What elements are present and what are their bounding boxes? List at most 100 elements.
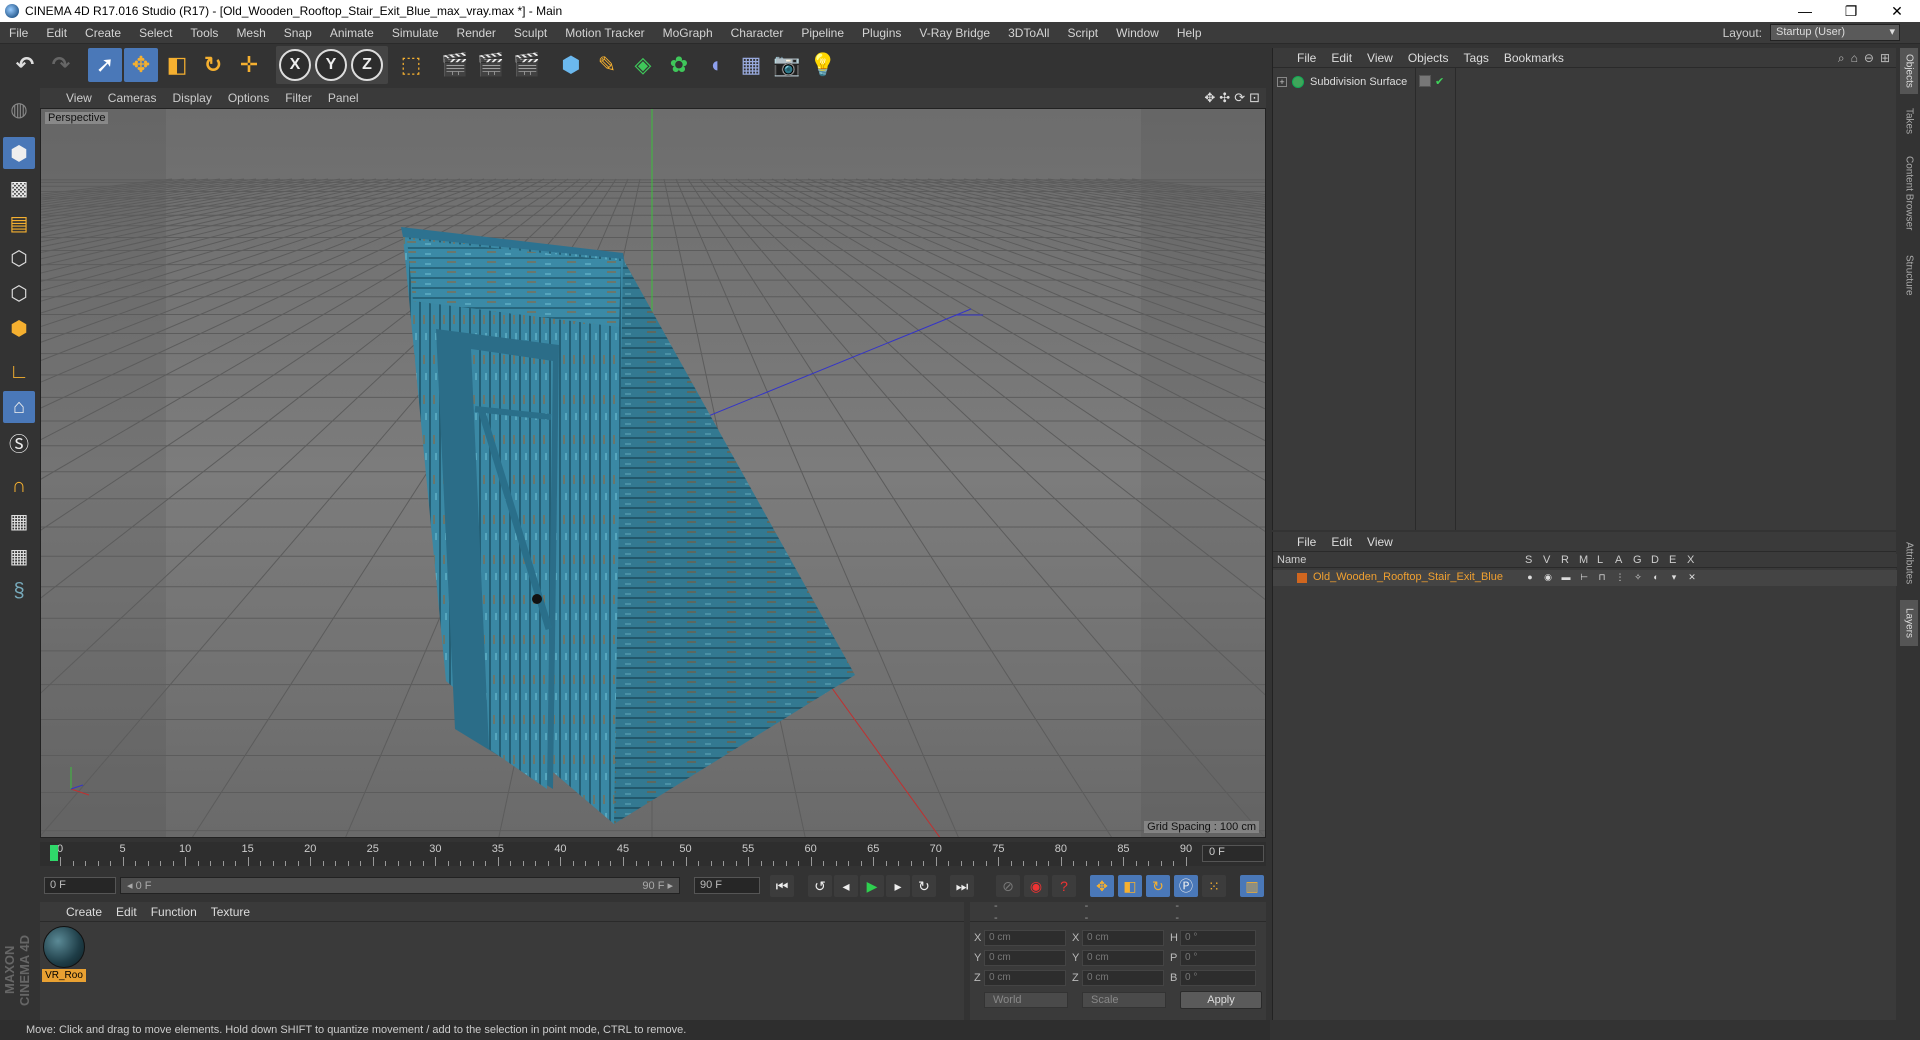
snap-button[interactable]: ∩ [3,470,35,502]
play-button[interactable]: ▶ [860,875,884,897]
restore-button[interactable]: ❐ [1828,0,1874,22]
material-menu-create[interactable]: Create [66,905,102,919]
lock-workplane-button[interactable]: ▦ [3,505,35,537]
menu-snap[interactable]: Snap [275,26,321,40]
cube-primitive-button[interactable]: ⬢ [554,48,588,82]
goto-end-button[interactable]: ⏭ [950,875,974,897]
menu-mesh[interactable]: Mesh [227,26,274,40]
solo-button[interactable]: Ⓢ [3,426,35,458]
perspective-viewport[interactable]: Perspective Grid Spacing : 100 cm [40,108,1266,838]
live-selection-button[interactable]: ➚ [88,48,122,82]
tweak-mode-button[interactable]: ⌂ [3,391,35,423]
menu-create[interactable]: Create [76,26,130,40]
menu-tools[interactable]: Tools [181,26,227,40]
size-mode-dropdown[interactable]: Scale [1082,992,1166,1008]
layer-row[interactable]: Old_Wooden_Rooftop_Stair_Exit_Blue ● ◉ ▬… [1273,570,1897,586]
scale-tool-button[interactable]: ◧ [160,48,194,82]
polygons-mode-button[interactable]: ⬢ [3,312,35,344]
record-rotation-button[interactable]: ↻ [1146,875,1170,897]
model-mode-button[interactable]: ⬢ [3,137,35,169]
animation-icon[interactable]: ⋮ [1615,572,1625,582]
orbit-icon[interactable]: ⟳ [1234,90,1245,106]
tab-objects[interactable]: Objects [1900,48,1918,94]
pan-icon[interactable]: ✥ [1204,90,1215,106]
subdivision-surface-button[interactable]: ◈ [626,48,660,82]
render-picture-viewer-button[interactable]: 🎬 [474,48,508,82]
redo-button[interactable]: ↷ [44,48,78,82]
coord-space-dropdown[interactable]: World [984,992,1068,1008]
layer-menu-edit[interactable]: Edit [1331,535,1352,549]
y-axis-button[interactable]: Y [314,48,348,82]
prev-key-button[interactable]: ↺ [808,875,832,897]
link-icon[interactable]: ⊖ [1864,51,1874,66]
record-position-button[interactable]: ✥ [1090,875,1114,897]
undo-button[interactable]: ↶ [8,48,42,82]
move-tool-button[interactable]: ✥ [124,48,158,82]
record-parameter-button[interactable]: Ⓟ [1174,875,1198,897]
menu-3dtoall[interactable]: 3DToAll [999,26,1058,40]
menu-window[interactable]: Window [1107,26,1168,40]
record-button[interactable]: ◉ [1024,875,1048,897]
menu-animate[interactable]: Animate [321,26,383,40]
current-frame-field[interactable]: 0 F [1202,845,1264,862]
menu-sculpt[interactable]: Sculpt [505,26,556,40]
playhead-marker[interactable] [50,845,58,861]
end-frame-field[interactable]: 90 F [694,877,760,894]
edges-mode-button[interactable]: ⬡ [3,277,35,309]
menu-motion-tracker[interactable]: Motion Tracker [556,26,653,40]
object-row[interactable]: + Subdivision Surface [1273,74,1897,90]
start-frame-field[interactable]: 0 F [44,877,116,894]
menu-script[interactable]: Script [1058,26,1107,40]
menu-mograph[interactable]: MoGraph [654,26,722,40]
generator-icon[interactable]: ✧ [1633,572,1643,582]
points-mode-button[interactable]: ⬡ [3,242,35,274]
dolly-icon[interactable]: ✣ [1219,90,1230,106]
goto-start-button[interactable]: ⏮ [770,875,794,897]
array-button[interactable]: ✿ [662,48,696,82]
menu-pipeline[interactable]: Pipeline [792,26,853,40]
prev-frame-button[interactable]: ◂ [834,875,858,897]
menu-simulate[interactable]: Simulate [383,26,448,40]
menu-help[interactable]: Help [1168,26,1211,40]
keyframe-mode-button[interactable]: ⊘ [996,875,1020,897]
rotate-tool-button[interactable]: ↻ [196,48,230,82]
new-window-icon[interactable]: ⊞ [1880,51,1890,66]
deformer-button[interactable]: ◖ [698,48,732,82]
next-key-button[interactable]: ↻ [912,875,936,897]
material-menu-texture[interactable]: Texture [211,905,250,919]
tab-content-browser[interactable]: Content Browser [1900,144,1918,242]
menu-character[interactable]: Character [722,26,793,40]
timeline-ruler[interactable]: 0 5 10 15 20 25 30 35 40 45 50 55 60 65 70 75 80 85 90 0 F [40,842,1266,866]
expand-toggle[interactable]: + [1277,77,1287,87]
tab-attributes[interactable]: Attributes [1900,530,1918,596]
menu-file[interactable]: File [0,26,37,40]
object-menu-view[interactable]: View [1367,51,1393,65]
size-x-field[interactable]: 0 cm [1082,930,1164,946]
close-button[interactable]: ✕ [1874,0,1920,22]
object-menu-file[interactable]: File [1297,51,1316,65]
light-button[interactable]: 💡 [806,48,840,82]
z-axis-button[interactable]: Z [350,48,384,82]
x-axis-button[interactable]: X [278,48,312,82]
floor-button[interactable]: ▦ [734,48,768,82]
rotation-b-field[interactable]: 0 ° [1180,970,1256,986]
python-button[interactable]: § [3,575,35,607]
planar-workplane-button[interactable]: ▦ [3,540,35,572]
render-settings-button[interactable]: 🎬 [510,48,544,82]
last-tool-button[interactable]: ✛ [232,48,266,82]
material-menu-edit[interactable]: Edit [116,905,137,919]
make-editable-button[interactable]: ◍ [3,93,35,125]
material-swatch[interactable]: VR_Roo [42,926,86,982]
viewport-menu-view[interactable]: View [66,91,92,105]
manager-tree-icon[interactable]: ⊢ [1579,572,1589,582]
position-y-field[interactable]: 0 cm [984,950,1066,966]
size-z-field[interactable]: 0 cm [1082,970,1164,986]
viewport-menu-filter[interactable]: Filter [285,91,312,105]
autokey-button[interactable]: ? [1052,875,1076,897]
tab-structure[interactable]: Structure [1900,248,1918,302]
apply-button[interactable]: Apply [1180,991,1262,1009]
coordinate-system-button[interactable]: ⬚ [394,48,428,82]
object-menu-tags[interactable]: Tags [1464,51,1489,65]
menu-plugins[interactable]: Plugins [853,26,910,40]
layout-dropdown[interactable]: Startup (User) [1770,24,1900,41]
